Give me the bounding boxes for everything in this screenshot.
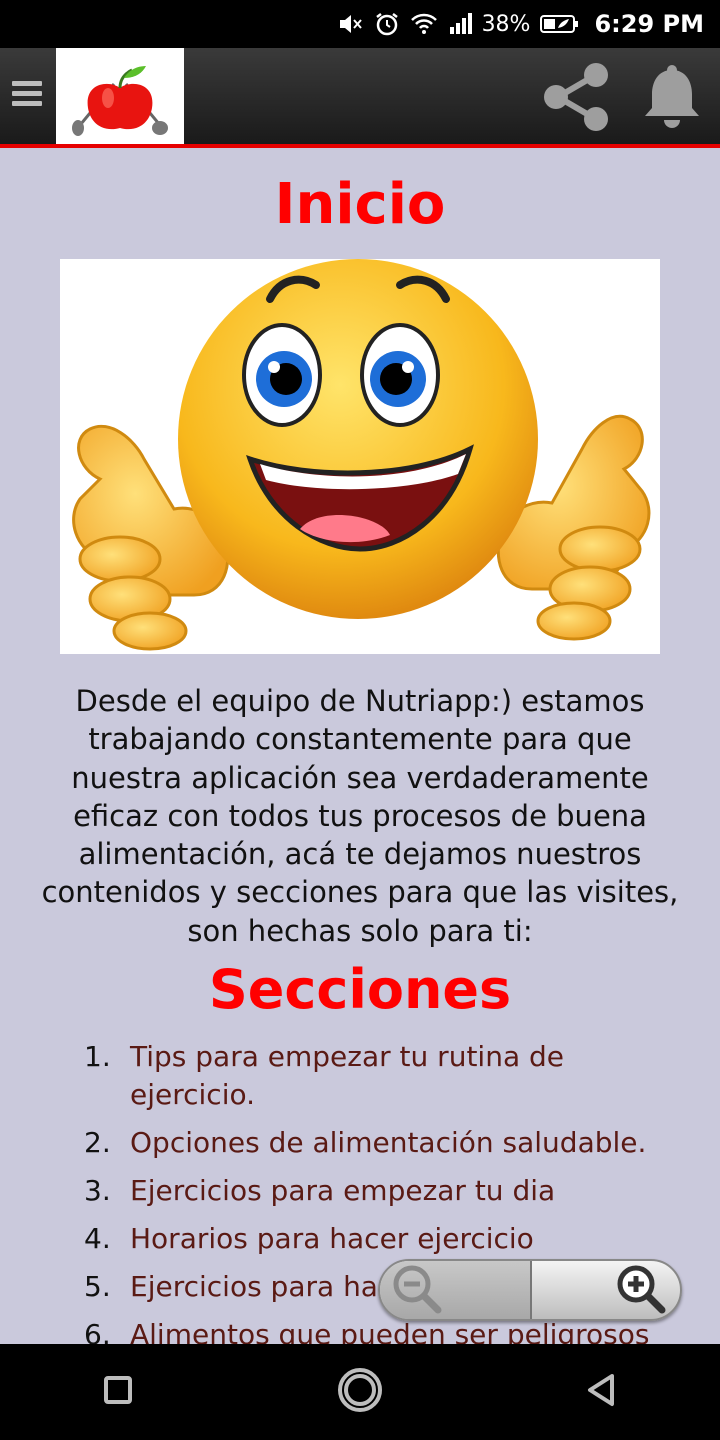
home-circle-icon[interactable] [334,1364,386,1421]
section-link[interactable]: Tips para empezar tu rutina de ejercicio… [130,1038,684,1114]
zoom-out-button[interactable] [380,1261,532,1319]
list-item-number: 1. [84,1040,111,1073]
sections-title: Secciones [208,958,512,1021]
section-link[interactable]: Opciones de alimentación saludable. [130,1124,684,1162]
page-title: Inicio [274,172,446,237]
list-item-number: 2. [84,1126,111,1159]
zoom-in-button[interactable] [532,1261,680,1319]
list-item-number: 4. [84,1222,111,1255]
list-item[interactable]: 3. Ejercicios para empezar tu dia [84,1172,684,1210]
zoom-in-icon [614,1262,670,1319]
list-item-number: 5. [84,1270,111,1303]
back-triangle-icon[interactable] [582,1370,622,1415]
app-bar [0,48,720,148]
status-bar: 38% 6:29 PM [0,0,720,48]
intro-paragraph: Desde el equipo de Nutriapp:) estamos tr… [41,684,679,948]
clock: 6:29 PM [594,10,704,38]
list-item[interactable]: 1. Tips para empezar tu rutina de ejerci… [84,1038,684,1114]
section-link[interactable]: Ejercicios para empezar tu dia [130,1172,684,1210]
mute-icon [338,12,364,36]
battery-percent: 38% [481,11,531,37]
list-item-number: 3. [84,1174,111,1207]
wifi-icon [410,12,438,36]
bell-icon[interactable] [640,62,704,132]
alarm-icon [374,11,400,37]
battery-saver-icon [540,13,580,35]
section-link[interactable]: Horarios para hacer ejercicio [130,1220,684,1258]
smiley-thumbs-up-image [60,259,660,654]
zoom-control [378,1259,682,1321]
list-item[interactable]: 2. Opciones de alimentación saludable. [84,1124,684,1162]
page-content: Inicio Desde el equipo de Nutriapp:) est… [0,148,720,1344]
list-item-number: 6. [84,1318,111,1344]
system-nav-bar [0,1344,720,1440]
zoom-out-icon [390,1262,446,1319]
signal-icon [448,12,474,36]
hamburger-menu-icon[interactable] [12,76,42,116]
share-icon[interactable] [540,62,612,132]
recents-square-icon[interactable] [98,1370,138,1415]
list-item[interactable]: 4. Horarios para hacer ejercicio [84,1220,684,1258]
apple-logo-icon[interactable] [56,48,184,144]
